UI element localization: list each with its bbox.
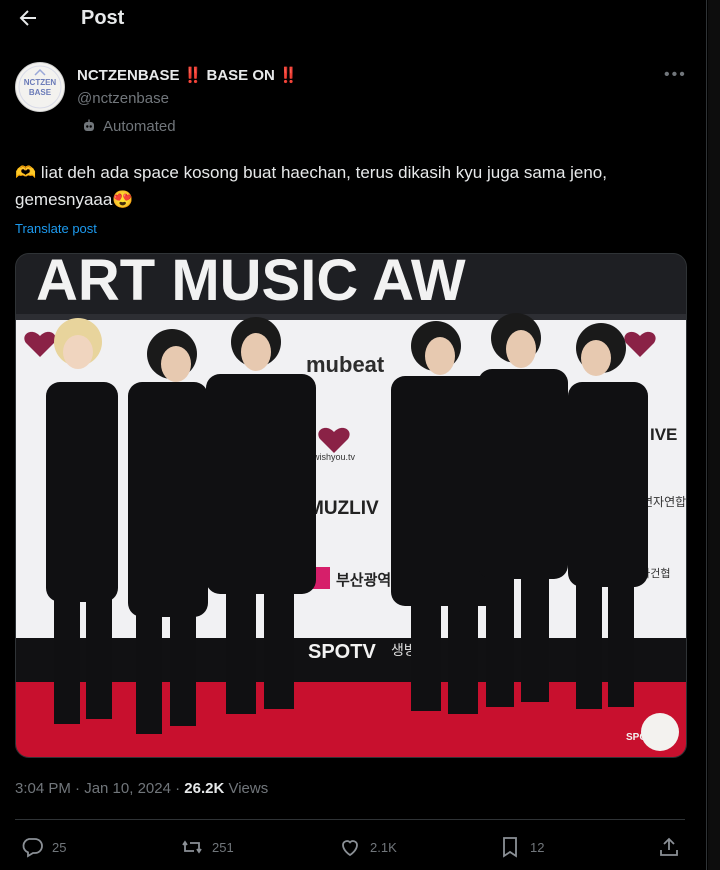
- back-arrow-icon[interactable]: [16, 6, 40, 30]
- scrollbar[interactable]: [708, 0, 720, 870]
- bookmark-count: 12: [530, 839, 545, 855]
- robot-icon: [84, 119, 94, 131]
- bookmark-icon: [503, 837, 517, 858]
- avatar-text-top: NCTZEN: [23, 78, 57, 87]
- repost-icon: [182, 840, 202, 854]
- automated-text: Automated: [103, 118, 176, 135]
- reply-icon: [22, 838, 43, 858]
- top-bar: Post: [0, 0, 700, 38]
- logo-spotv: SPOTV: [308, 641, 376, 663]
- avatar[interactable]: NCTZEN BASE: [15, 62, 65, 112]
- avatar-text-bottom: BASE: [28, 88, 52, 97]
- logo-mubeat: mubeat: [306, 352, 385, 377]
- column-border: [706, 0, 707, 870]
- views-label: Views: [228, 780, 269, 797]
- more-options-icon[interactable]: •••: [664, 66, 687, 84]
- divider: [15, 819, 685, 820]
- repost-count: 251: [212, 839, 234, 855]
- like-button[interactable]: 2.1K: [338, 832, 397, 862]
- author-name[interactable]: NCTZENBASE ‼️ BASE ON ‼️: [77, 66, 298, 84]
- heart-icon: [342, 840, 358, 857]
- share-icon: [660, 837, 678, 856]
- logo-wishyou: wishyou.tv: [312, 452, 356, 462]
- views-count: 26.2K: [184, 780, 225, 797]
- logo-ive: IVE: [650, 425, 677, 444]
- logo-spo-corner: SPO: [626, 732, 647, 743]
- repost-button[interactable]: 251: [180, 832, 234, 862]
- share-button[interactable]: [657, 832, 689, 862]
- automated-label: Automated: [81, 118, 176, 135]
- reply-button[interactable]: 25: [20, 832, 66, 862]
- post-text: 🫶 liat deh ada space kosong buat haechan…: [15, 163, 607, 209]
- meta-dot: ·: [170, 780, 185, 797]
- reply-count: 25: [52, 839, 67, 855]
- bookmark-button[interactable]: 12: [498, 832, 544, 862]
- post-time[interactable]: 3:04 PM · Jan 10, 2024: [15, 780, 171, 797]
- page-title: Post: [81, 7, 125, 29]
- translate-post-link[interactable]: Translate post: [15, 221, 97, 236]
- banner-text: ART MUSIC AW: [36, 254, 466, 313]
- logo-union: 연자연합: [642, 495, 686, 509]
- post-image[interactable]: ART MUSIC AW mubeat wishyou.tv MUZLIV 부산…: [15, 253, 687, 758]
- logo-muzlive: MUZLIV: [308, 498, 379, 519]
- post-meta: 3:04 PM · Jan 10, 2024 · 26.2K Views: [15, 780, 268, 797]
- author-handle[interactable]: @nctzenbase: [77, 90, 169, 107]
- like-count: 2.1K: [370, 839, 397, 855]
- action-bar: 25 251 2.1K 12: [0, 832, 700, 862]
